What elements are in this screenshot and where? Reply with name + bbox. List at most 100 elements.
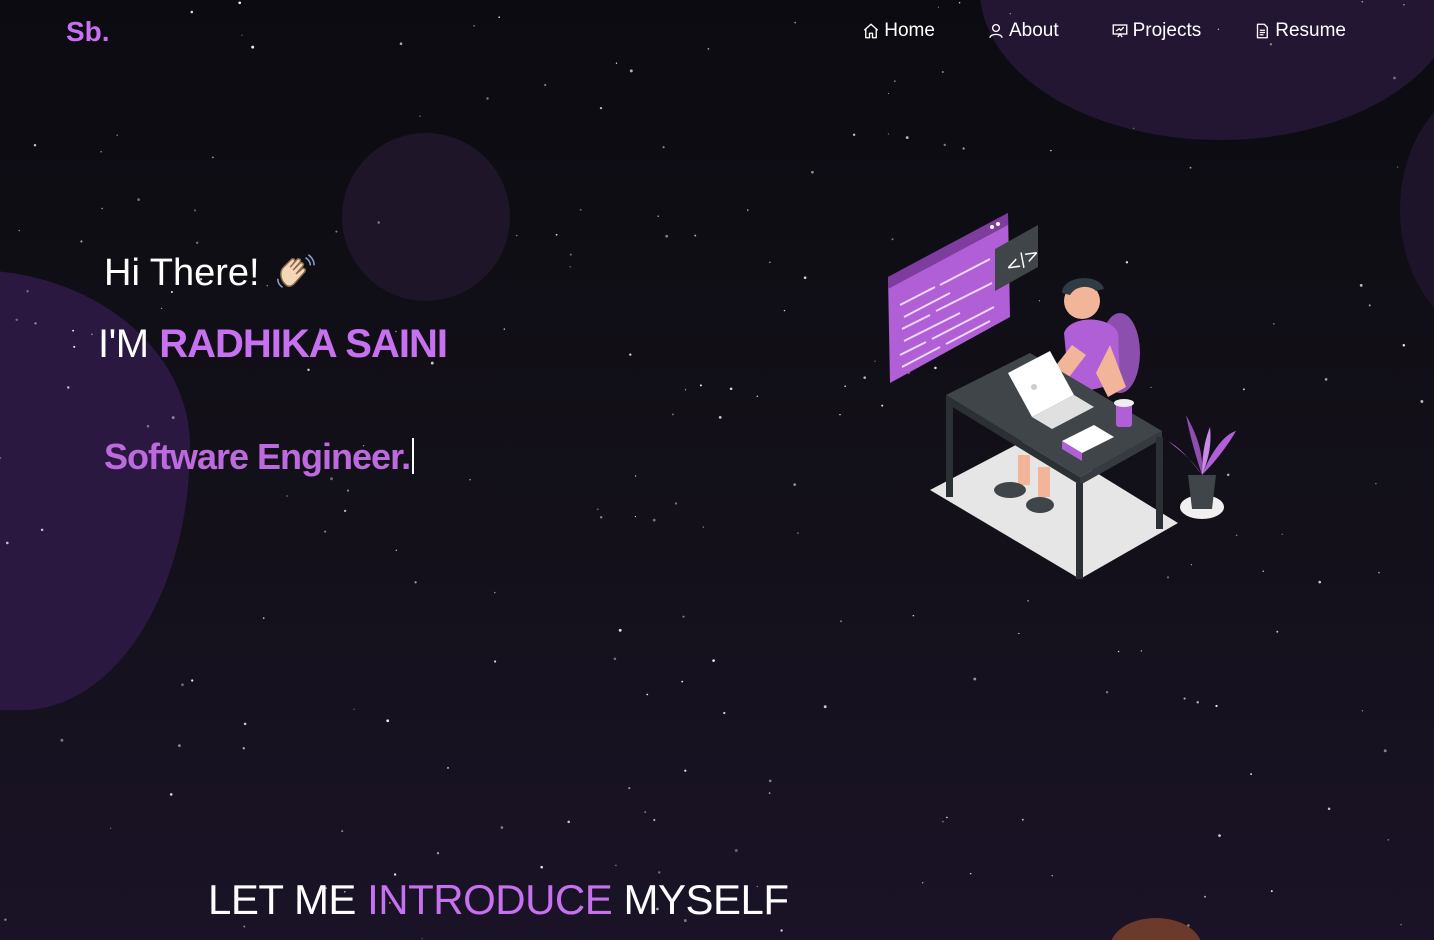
star — [34, 322, 37, 325]
star — [241, 34, 243, 36]
star — [181, 683, 184, 687]
star — [684, 389, 687, 391]
star — [629, 353, 632, 356]
star — [137, 198, 140, 201]
star — [874, 360, 876, 362]
star — [169, 793, 173, 796]
star — [1215, 704, 1218, 708]
logo[interactable]: Sb. — [66, 16, 110, 48]
star — [307, 368, 310, 372]
star — [658, 871, 661, 874]
star — [91, 333, 93, 336]
star — [1218, 834, 1221, 837]
star — [15, 318, 18, 322]
star — [723, 711, 726, 715]
star — [1400, 923, 1402, 926]
star — [567, 820, 570, 824]
star — [1272, 322, 1275, 325]
star — [515, 234, 518, 237]
star — [346, 489, 350, 492]
star — [941, 70, 944, 74]
star — [922, 882, 924, 884]
star — [596, 508, 599, 511]
star — [469, 479, 471, 481]
star — [811, 170, 814, 174]
star — [195, 241, 199, 245]
star — [498, 16, 501, 19]
star — [671, 413, 674, 416]
star — [699, 384, 702, 387]
star — [653, 818, 656, 822]
star — [1375, 482, 1377, 485]
intro-part2: MYSELF — [623, 876, 789, 923]
star — [615, 864, 617, 867]
star — [242, 747, 245, 750]
star — [794, 21, 797, 24]
name-prefix: I'M — [98, 322, 149, 366]
nav-item-about[interactable]: About — [987, 20, 1059, 42]
star — [600, 516, 603, 519]
typing-cursor — [412, 438, 415, 474]
star — [116, 134, 118, 136]
star — [323, 530, 327, 533]
star — [1140, 650, 1143, 652]
star — [942, 820, 944, 823]
star — [419, 115, 421, 117]
star — [500, 826, 504, 829]
star — [718, 416, 722, 419]
star — [618, 628, 622, 632]
developer-at-desk-illustration: </> — [888, 213, 1236, 579]
star — [238, 1, 242, 5]
star — [486, 97, 489, 100]
star — [414, 581, 417, 584]
star — [1189, 166, 1192, 169]
star — [1204, 895, 1206, 898]
star — [1387, 838, 1390, 841]
star — [1361, 0, 1364, 3]
star — [335, 230, 338, 233]
star — [839, 414, 841, 416]
star — [193, 209, 197, 212]
star — [579, 208, 582, 211]
star — [243, 722, 247, 726]
star — [844, 385, 847, 388]
star — [473, 25, 475, 27]
star — [634, 515, 637, 518]
nav-label: Projects — [1132, 20, 1202, 41]
nav-item-resume[interactable]: Resume — [1253, 20, 1346, 42]
star — [251, 45, 255, 49]
star — [1359, 284, 1363, 287]
intro-highlight: INTRODUCE — [367, 876, 613, 923]
star — [100, 151, 102, 153]
star — [628, 787, 631, 790]
star — [72, 329, 75, 332]
star — [652, 518, 656, 522]
star — [569, 266, 571, 268]
star — [494, 591, 496, 594]
user-icon — [989, 23, 1003, 38]
star — [629, 69, 633, 73]
star — [657, 215, 659, 217]
star — [1324, 378, 1328, 381]
star — [377, 221, 380, 224]
nav-item-projects[interactable]: Projects — [1111, 20, 1202, 42]
star — [386, 719, 390, 723]
star — [905, 136, 909, 140]
star — [684, 769, 687, 772]
star — [1402, 343, 1406, 347]
star — [958, 1, 961, 4]
star — [1361, 710, 1364, 712]
star — [286, 495, 288, 497]
star — [109, 827, 112, 829]
star — [101, 207, 103, 210]
star — [1327, 807, 1331, 811]
star — [1018, 632, 1020, 635]
star — [503, 328, 505, 330]
star — [146, 424, 150, 428]
star — [421, 938, 423, 940]
star — [73, 345, 76, 348]
star — [887, 133, 890, 135]
nav-item-home[interactable]: Home — [862, 20, 935, 42]
hero-role: Software Engineer. — [104, 436, 415, 478]
waving-hand-icon — [276, 254, 315, 289]
